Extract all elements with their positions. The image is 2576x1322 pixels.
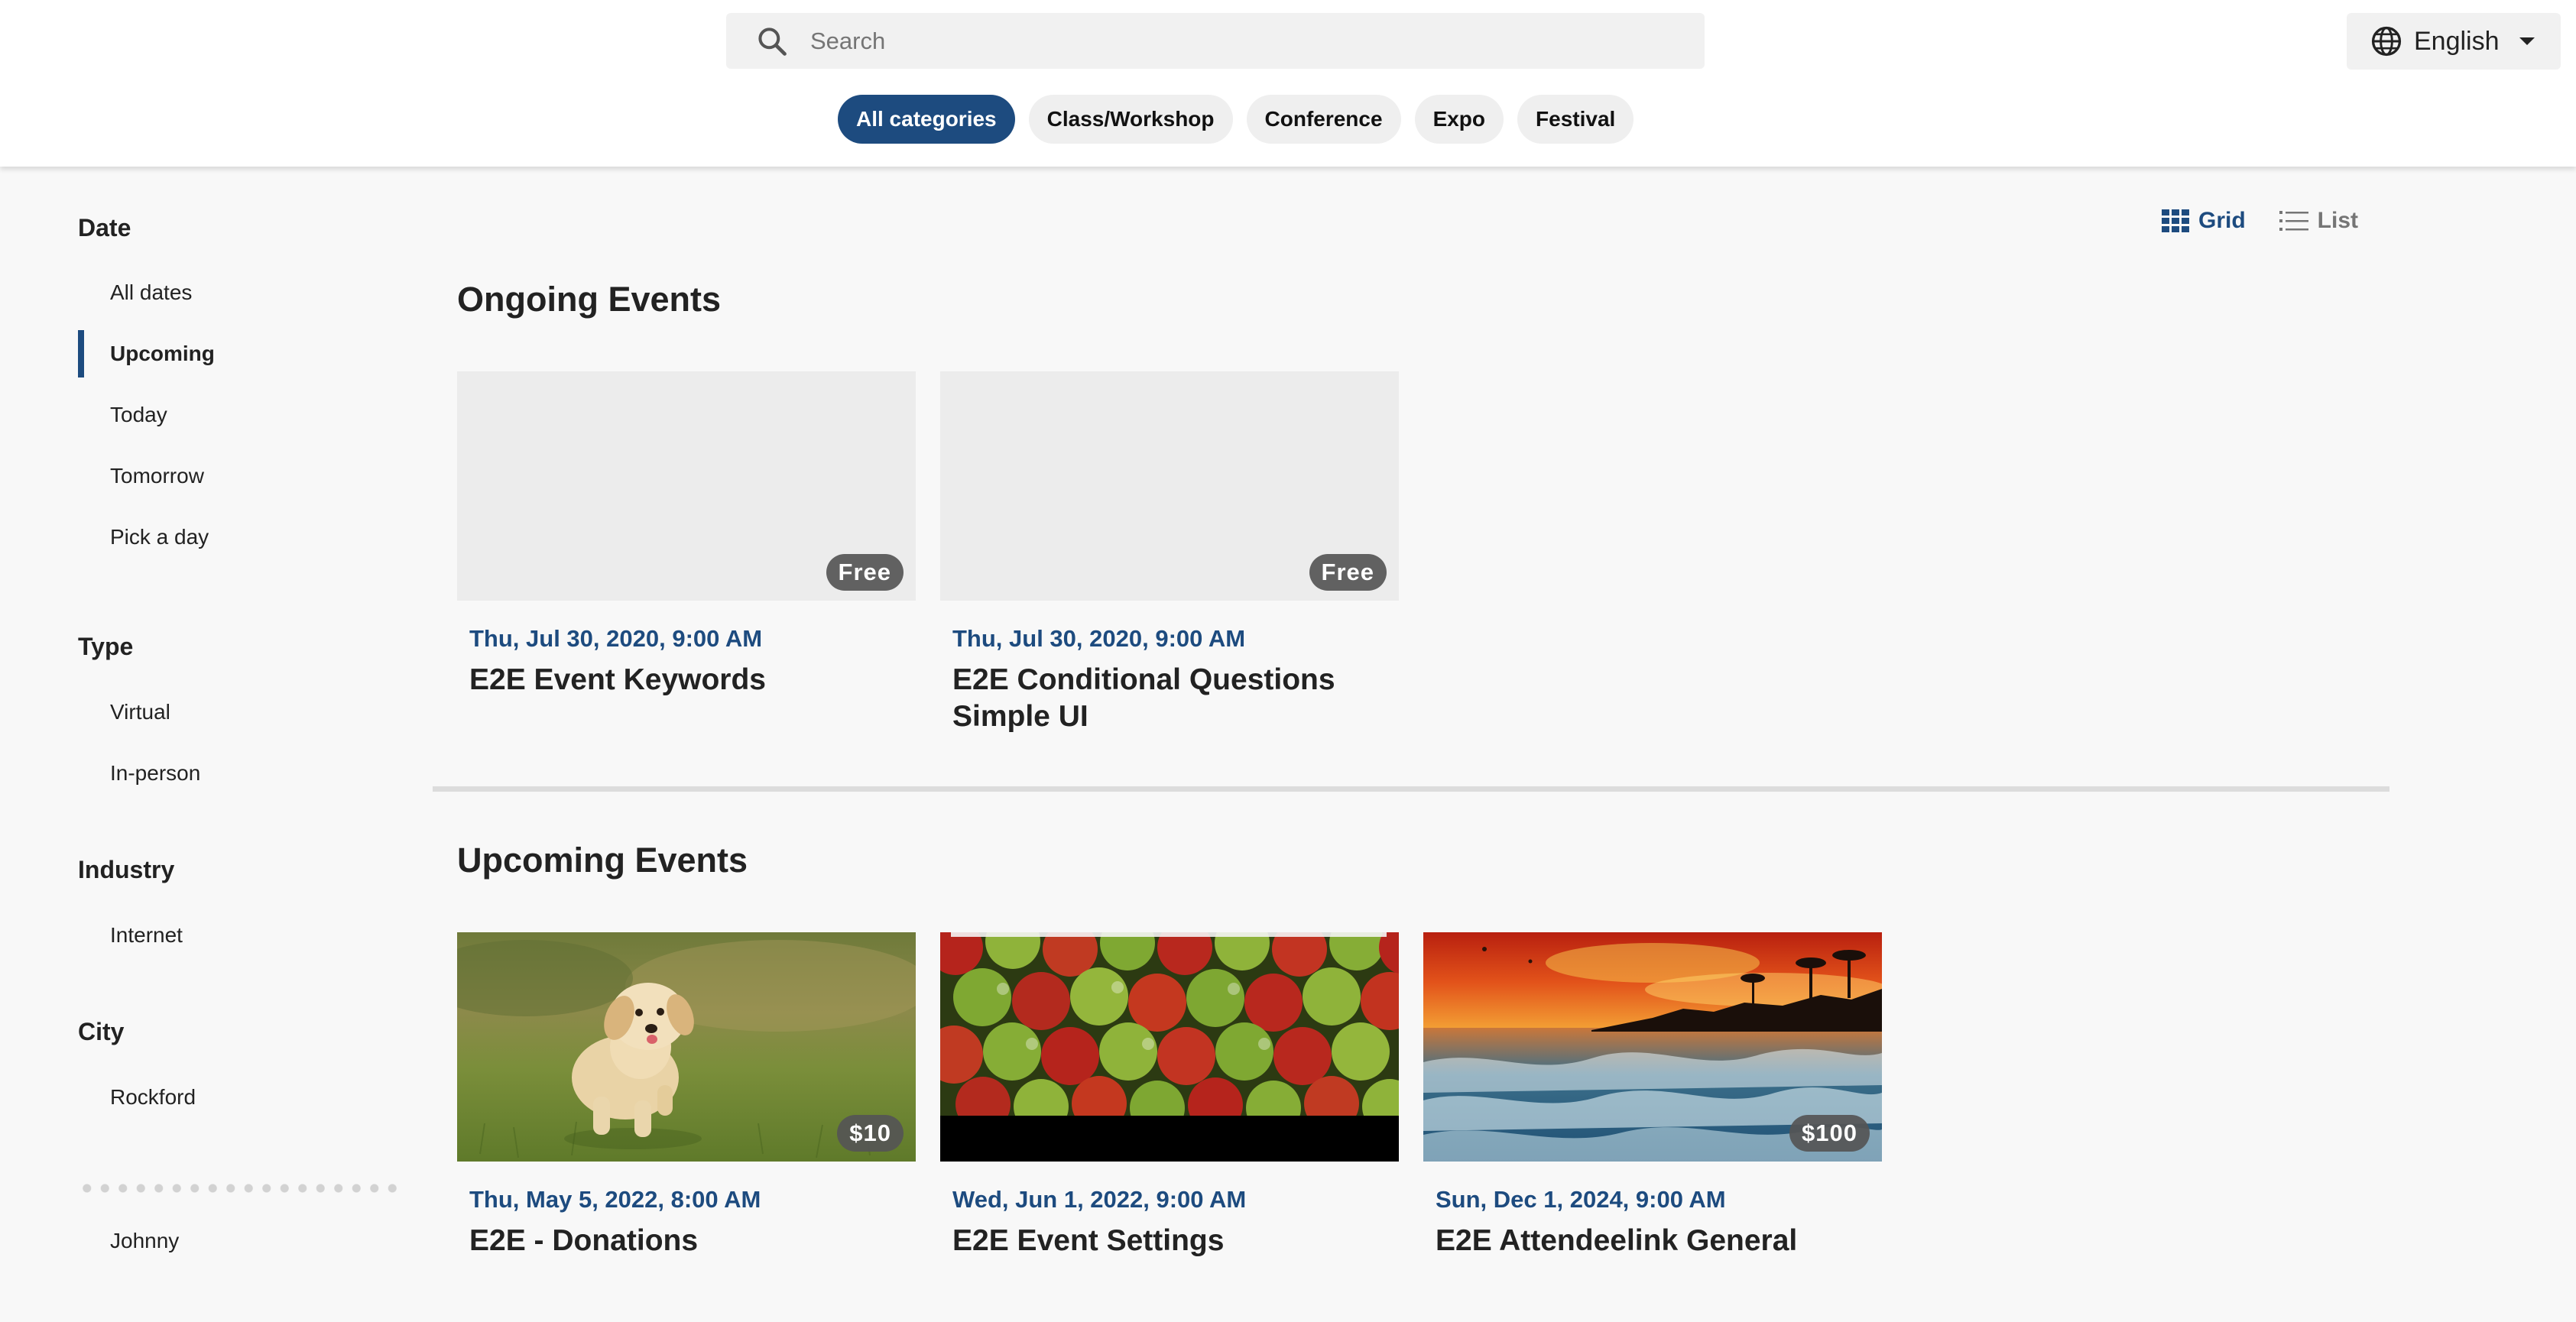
category-chip-festival[interactable]: Festival [1517, 95, 1634, 144]
event-date: Wed, Jun 1, 2022, 9:00 AM [952, 1186, 1247, 1213]
filter-item-label: Internet [110, 923, 183, 947]
event-date: Thu, May 5, 2022, 8:00 AM [469, 1186, 761, 1213]
filter-item-label: In-person [110, 761, 201, 785]
event-card[interactable]: Free Thu, Jul 30, 2020, 9:00 AM E2E Even… [457, 371, 916, 698]
city-filter-title: City [78, 1018, 125, 1045]
category-chip-expo[interactable]: Expo [1414, 95, 1504, 144]
date-filter-title: Date [78, 214, 131, 241]
event-title: E2E Conditional Questions Simple UI [952, 663, 1335, 733]
event-date: Thu, Jul 30, 2020, 9:00 AM [952, 625, 1246, 652]
ongoing-events-heading: Ongoing Events [457, 280, 722, 319]
event-card[interactable]: $10 Thu, May 5, 2022, 8:00 AM E2E - Dona… [457, 932, 916, 1259]
language-label: English [2414, 26, 2500, 56]
upcoming-events-heading: Upcoming Events [457, 841, 748, 880]
grid-view-label: Grid [2198, 208, 2246, 233]
grid-view-button[interactable]: Grid [2162, 208, 2246, 234]
event-date: Sun, Dec 1, 2024, 9:00 AM [1436, 1186, 1726, 1213]
list-icon [2279, 211, 2308, 231]
event-image-puppy: $10 [457, 932, 916, 1162]
date-filter-upcoming[interactable]: Upcoming [78, 330, 384, 377]
filter-item-label: Rockford [110, 1085, 196, 1109]
event-image-placeholder: Free [457, 371, 916, 601]
type-filter-virtual[interactable]: Virtual [78, 689, 384, 736]
search-icon [758, 27, 787, 56]
category-chip-conference[interactable]: Conference [1246, 95, 1401, 144]
category-chip-all[interactable]: All categories [838, 95, 1015, 144]
organizer-filter-johnny[interactable]: Johnny [78, 1217, 384, 1265]
filter-item-label: Upcoming [110, 342, 215, 365]
type-filter-in-person[interactable]: In-person [78, 750, 384, 797]
event-card[interactable]: $100 Sun, Dec 1, 2024, 9:00 AM E2E Atten… [1423, 932, 1882, 1259]
price-badge: Free [1309, 554, 1387, 591]
event-image-placeholder: Free [940, 371, 1399, 601]
event-image-sunset-beach: $100 [1423, 932, 1882, 1162]
date-filter-all-dates[interactable]: All dates [78, 269, 384, 316]
price-badge: $10 [837, 1115, 904, 1152]
caret-down-icon [2519, 37, 2535, 45]
view-toggle: Grid List [2162, 208, 2358, 234]
category-chip-class-workshop[interactable]: Class/Workshop [1028, 95, 1233, 144]
category-filter-bar: All categories Class/Workshop Conference… [838, 95, 1634, 144]
search-bar[interactable] [726, 13, 1705, 69]
language-selector[interactable]: English [2347, 13, 2561, 70]
date-filter-tomorrow[interactable]: Tomorrow [78, 452, 384, 500]
event-title: E2E Attendeelink General [1436, 1224, 1798, 1257]
filter-sidebar: Date All dates Upcoming Today Tomorrow P… [0, 167, 399, 1322]
industry-filter-title: Industry [78, 856, 175, 883]
price-badge: Free [826, 554, 904, 591]
filter-item-label: All dates [110, 280, 193, 304]
event-title: E2E Event Keywords [469, 663, 766, 696]
price-badge: $100 [1789, 1115, 1870, 1152]
date-filter-today[interactable]: Today [78, 391, 384, 439]
event-title: E2E - Donations [469, 1224, 699, 1257]
filter-item-label: Today [110, 403, 167, 426]
event-card[interactable]: Free Thu, Jul 30, 2020, 9:00 AM E2E Cond… [940, 371, 1399, 735]
filter-item-label: Virtual [110, 700, 170, 724]
type-filter-title: Type [78, 633, 134, 660]
date-filter-pick-a-day[interactable]: Pick a day [78, 514, 384, 561]
search-input[interactable] [809, 26, 1653, 56]
filter-item-label: Johnny [110, 1229, 180, 1252]
globe-icon [2371, 26, 2402, 57]
industry-filter-internet[interactable]: Internet [78, 912, 384, 959]
list-view-label: List [2317, 208, 2359, 233]
top-header: English All categories Class/Workshop Co… [0, 0, 2576, 167]
filter-item-label: Tomorrow [110, 464, 204, 488]
event-date: Thu, Jul 30, 2020, 9:00 AM [469, 625, 763, 652]
event-title: E2E Event Settings [952, 1224, 1225, 1257]
filter-item-label: Pick a day [110, 525, 209, 549]
dotted-divider [78, 1184, 399, 1193]
event-card[interactable]: Wed, Jun 1, 2022, 9:00 AM E2E Event Sett… [940, 932, 1399, 1259]
city-filter-rockford[interactable]: Rockford [78, 1074, 384, 1121]
list-view-button[interactable]: List [2279, 208, 2358, 234]
section-divider [433, 786, 2389, 792]
event-image-apples [940, 932, 1399, 1162]
grid-icon [2162, 209, 2189, 232]
